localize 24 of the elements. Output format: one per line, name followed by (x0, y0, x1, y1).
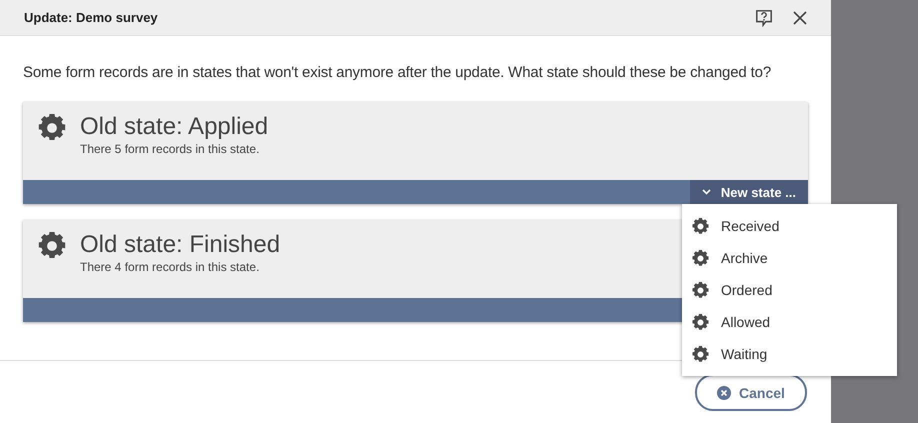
dialog-title: Update: Demo survey (24, 10, 159, 25)
state-title: Old state: Finished (80, 230, 280, 260)
gear-icon (692, 218, 709, 234)
gear-icon (692, 282, 709, 298)
close-icon[interactable] (793, 10, 807, 24)
new-state-button[interactable]: New state ... (690, 180, 808, 204)
message-text: Some form records are in states that won't exist anymore after the update. What state should these be changed to? (23, 64, 772, 81)
gear-icon (38, 114, 66, 142)
gear-icon (692, 346, 709, 362)
menu-item[interactable]: Archive (682, 242, 897, 274)
menu-item[interactable]: Received (682, 210, 897, 242)
menu-item[interactable]: Waiting (682, 338, 897, 370)
state-title: Old state: Applied (80, 112, 268, 142)
help-icon[interactable] (755, 8, 773, 26)
gear-icon (692, 250, 709, 266)
chevron-icon (702, 189, 711, 195)
cancel-icon (717, 386, 732, 400)
menu-item[interactable]: Allowed (682, 306, 897, 338)
state-subtitle: There 5 form records in this state. (80, 142, 260, 156)
state-subtitle: There 4 form records in this state. (80, 260, 260, 274)
cancel-button[interactable]: Cancel (695, 374, 807, 411)
gear-icon (38, 232, 66, 260)
gear-icon (692, 314, 709, 330)
menu-item[interactable]: Ordered (682, 274, 897, 306)
